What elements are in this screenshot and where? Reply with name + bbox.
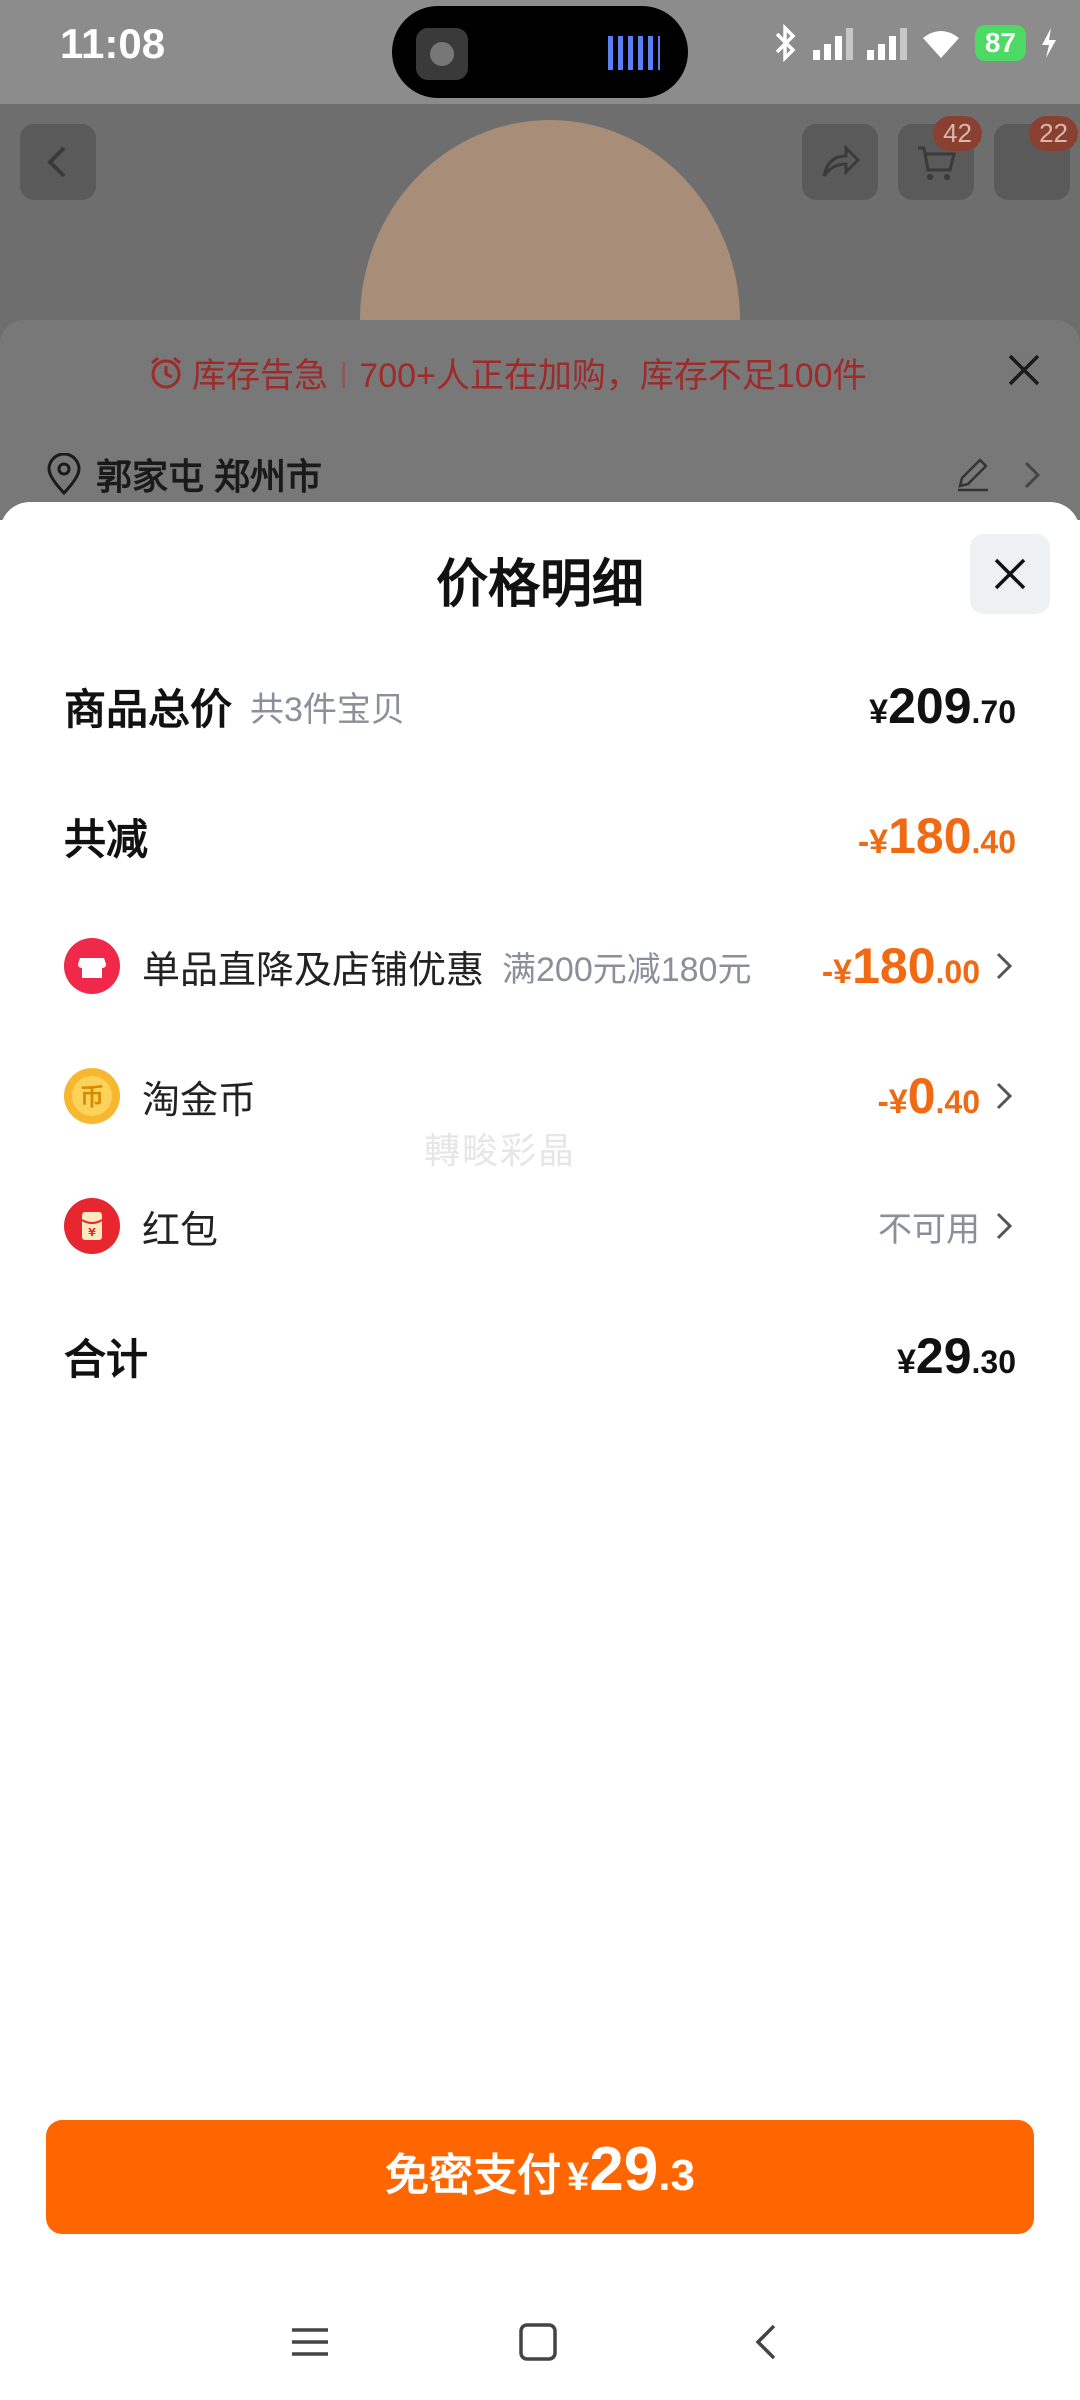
price-decimal: .30 (971, 1344, 1016, 1380)
price-decimal: .00 (935, 954, 980, 990)
item-amount: -¥ 0 .40 (877, 1067, 980, 1125)
item-label: 单品直降及店铺优惠 (142, 949, 485, 992)
status-time: 11:08 (60, 20, 166, 67)
island-app-icon (416, 28, 468, 80)
total-price-row: 商品总价 共3件宝贝 ¥ 209 .70 (64, 666, 1016, 746)
share-button[interactable] (802, 124, 878, 200)
address-row[interactable]: 郭家屯 郑州市 (46, 448, 322, 500)
sheet-title: 价格明细 (435, 556, 644, 614)
price-currency: -¥ (857, 823, 889, 861)
grand-total-row: 合计 ¥ 29 .30 (64, 1316, 1016, 1396)
audio-wave-icon (608, 36, 660, 70)
edit-icon[interactable] (954, 456, 990, 492)
total-count: 共3件宝贝 (250, 690, 405, 729)
discount-label: 共减 (64, 815, 149, 863)
total-price: ¥ 209 .70 (869, 677, 1016, 735)
charging-icon (1042, 28, 1056, 58)
red-packet-row[interactable]: ¥ 红包 不可用 (64, 1186, 1016, 1266)
chevron-right-icon (1024, 461, 1041, 489)
chevron-right-icon (996, 952, 1013, 980)
store-discount-row[interactable]: 单品直降及店铺优惠 满200元减180元 -¥ 180 .00 (64, 926, 1016, 1006)
pay-integer: 29 (589, 2135, 659, 2204)
total-discount-row: 共减 -¥ 180 .40 (64, 796, 1016, 876)
signal-icon-2 (866, 26, 907, 60)
chevron-left-icon (47, 146, 66, 178)
menu-icon[interactable] (288, 2320, 332, 2364)
battery-indicator: 87 (974, 25, 1026, 61)
system-navigation-bar (0, 2292, 1080, 2400)
price-currency: ¥ (869, 693, 889, 731)
item-amount: -¥ 180 .00 (822, 937, 980, 995)
store-icon (64, 938, 120, 994)
unavailable-status: 不可用 (878, 1210, 980, 1249)
back-icon[interactable] (746, 2320, 790, 2364)
status-icons: 87 (771, 24, 1058, 62)
price-integer: 29 (915, 1328, 972, 1384)
wifi-icon (922, 31, 959, 58)
status-bar: 11:08 87 (0, 0, 1080, 104)
svg-text:¥: ¥ (88, 1226, 96, 1239)
watermark: 轉畯彩晶 (424, 1130, 577, 1171)
more-badge: 22 (1029, 116, 1078, 151)
chevron-right-icon (996, 1212, 1013, 1240)
cart-button[interactable]: 42 (898, 116, 982, 200)
home-icon[interactable] (516, 2320, 560, 2364)
price-decimal: .40 (935, 1084, 980, 1120)
stock-alert: 库存告急 | 700+人正在加购，库存不足100件 (148, 348, 867, 397)
chevron-right-icon (996, 1082, 1013, 1110)
item-label: 淘金币 (142, 1079, 257, 1122)
more-button[interactable]: 22 (994, 116, 1078, 200)
price-integer: 209 (888, 678, 972, 734)
discount-amount: -¥ 180 .40 (858, 807, 1016, 865)
price-integer: 0 (907, 1068, 936, 1124)
location-pin-icon (47, 453, 81, 495)
price-decimal: .40 (971, 824, 1016, 860)
signal-icon-1 (812, 26, 853, 60)
price-currency: -¥ (877, 1083, 908, 1121)
pay-currency: ¥ (567, 2155, 590, 2199)
share-icon (822, 144, 860, 177)
pay-button[interactable]: 免密支付 ¥ 29 .3 (46, 2120, 1034, 2234)
red-packet-icon: ¥ (64, 1198, 120, 1254)
back-button[interactable] (20, 124, 96, 200)
coin-icon: 币 (64, 1068, 120, 1124)
alert-divider: | (340, 356, 348, 388)
sheet-close-button[interactable] (970, 534, 1050, 614)
item-label: 红包 (142, 1209, 219, 1252)
dynamic-island (392, 6, 688, 98)
price-detail-sheet: 价格明细 商品总价 共3件宝贝 ¥ 209 .70 共减 -¥ 180 .40 (0, 502, 1080, 2400)
close-icon[interactable] (1004, 350, 1044, 390)
stock-alert-panel: 库存告急 | 700+人正在加购，库存不足100件 郭家屯 郑州市 (0, 320, 1080, 520)
item-detail: 满200元减180元 (502, 950, 752, 989)
pay-label: 免密支付 (385, 2151, 562, 2200)
price-integer: 180 (888, 808, 972, 864)
total-label: 商品总价 (64, 685, 233, 733)
pay-decimal: .3 (658, 2151, 695, 2200)
price-currency: -¥ (821, 953, 853, 991)
price-decimal: .70 (971, 694, 1016, 730)
address-text: 郭家屯 郑州市 (96, 456, 323, 497)
alert-text: 700+人正在加购，库存不足100件 (359, 357, 867, 395)
bluetooth-icon (775, 24, 796, 62)
grand-total-price: ¥ 29 .30 (897, 1327, 1016, 1385)
grand-total-label: 合计 (64, 1335, 149, 1383)
price-integer: 180 (852, 938, 936, 994)
product-page-background: 11:08 87 42 22 库存告急 | 700+人正在加购，库存不足100件… (0, 0, 1080, 520)
alarm-clock-icon (151, 356, 181, 388)
svg-text:币: 币 (80, 1083, 104, 1111)
alert-title: 库存告急 (192, 357, 328, 395)
cart-badge: 42 (933, 116, 982, 151)
price-currency: ¥ (896, 1343, 916, 1381)
close-icon (994, 558, 1026, 590)
